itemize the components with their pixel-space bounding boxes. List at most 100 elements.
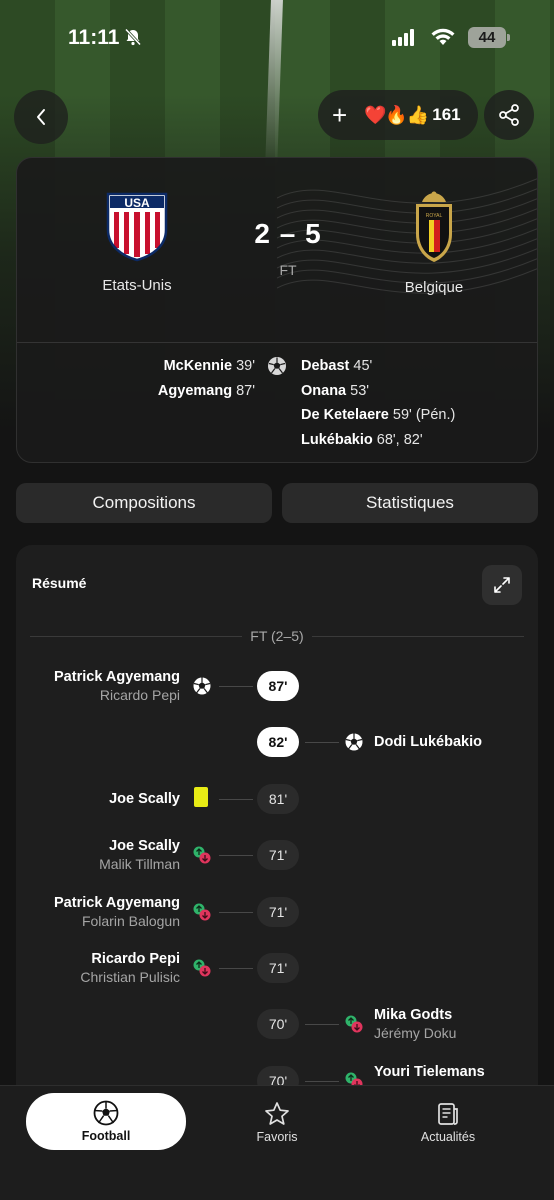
scorer-row: Lukébakio 68', 82' — [301, 431, 423, 448]
player-out: Malik Tillman — [99, 856, 180, 872]
goal-ball-icon — [345, 733, 363, 751]
scorer-row: De Ketelaere 59' (Pén.) — [301, 407, 456, 423]
timeline-event[interactable]: Joe Scally 81' — [16, 778, 538, 822]
event-players: Joe Scally — [16, 781, 180, 808]
nav-football[interactable]: Football — [26, 1093, 186, 1150]
event-players: Mika Godts Jérémy Doku — [374, 1006, 544, 1043]
nav-label: Actualités — [420, 1130, 476, 1144]
reaction-emojis: ❤️🔥👍 — [364, 104, 429, 125]
timeline-connector — [305, 1081, 339, 1082]
usa-crest-icon: USA — [106, 192, 168, 262]
period-separator: FT (2–5) — [30, 627, 524, 647]
expand-icon — [494, 577, 510, 593]
away-team[interactable]: ROYAL Belgique — [369, 190, 499, 296]
svg-text:ROYAL: ROYAL — [426, 213, 443, 219]
event-minute: 81' — [257, 784, 299, 814]
battery-indicator: 44 — [468, 27, 510, 48]
timeline-connector — [219, 968, 253, 969]
scorer-row: Agyemang 87' — [157, 382, 255, 399]
reaction-count: 161 — [432, 105, 461, 124]
substitution-icon — [345, 1015, 363, 1033]
nav-favorites[interactable]: Favoris — [197, 1094, 357, 1150]
wifi-icon — [431, 28, 455, 45]
match-tabs: Compositions Statistiques — [16, 483, 538, 523]
expand-button[interactable] — [482, 565, 522, 605]
player-in: Youri Tielemans — [374, 1064, 485, 1080]
news-icon — [438, 1103, 458, 1125]
share-button[interactable] — [484, 90, 534, 140]
timeline-event[interactable]: Joe Scally Malik Tillman 71' — [16, 834, 538, 878]
back-button[interactable] — [14, 90, 68, 144]
add-reaction-icon[interactable]: + — [332, 102, 358, 128]
player-in: Joe Scally — [109, 838, 180, 854]
away-scorers: Debast 45' Onana 53' De Ketelaere 59' (P… — [301, 354, 531, 452]
away-team-name: Belgique — [404, 279, 464, 296]
yellow-card-icon — [194, 787, 208, 807]
timeline-event[interactable]: Ricardo Pepi Christian Pulisic 71' — [16, 947, 538, 991]
event-minute: 82' — [257, 727, 299, 757]
event-players: Joe Scally Malik Tillman — [16, 837, 180, 874]
substitution-icon — [193, 959, 211, 977]
timeline-event[interactable]: Patrick Agyemang Folarin Balogun 71' — [16, 891, 538, 935]
event-players: Dodi Lukébakio — [374, 724, 544, 751]
svg-text:USA: USA — [124, 196, 150, 210]
match-page: 11:11 44 + ❤️🔥👍 161 USA Etats-Unis 2 – 5… — [0, 0, 554, 1200]
event-players: Ricardo Pepi Christian Pulisic — [16, 950, 180, 987]
event-players: Patrick Agyemang Ricardo Pepi — [16, 668, 180, 705]
scorer-row: Onana 53' — [301, 382, 370, 399]
star-icon — [265, 1102, 289, 1125]
football-icon — [268, 357, 286, 375]
match-status: FT — [279, 262, 297, 278]
signal-icon — [392, 29, 414, 46]
event-player: Joe Scally — [109, 791, 180, 807]
nav-news[interactable]: Actualités — [368, 1094, 528, 1150]
timeline-connector — [219, 912, 253, 913]
player-in: Ricardo Pepi — [91, 951, 180, 967]
silent-bell-icon — [124, 28, 142, 46]
player-in: Mika Godts — [374, 1007, 453, 1023]
goal-ball-icon — [193, 677, 211, 695]
player-out: Jérémy Doku — [374, 1025, 457, 1041]
event-player: Patrick Agyemang — [54, 669, 180, 685]
event-players: Patrick Agyemang Folarin Balogun — [16, 894, 180, 931]
summary-title: Résumé — [32, 575, 87, 591]
status-bar: 11:11 44 — [0, 0, 554, 80]
timeline-event[interactable]: Patrick Agyemang Ricardo Pepi 87' — [16, 665, 538, 709]
home-team[interactable]: USA Etats-Unis — [67, 190, 207, 294]
chevron-left-icon — [37, 109, 45, 125]
timeline-connector — [219, 855, 253, 856]
player-out: Christian Pulisic — [80, 969, 180, 985]
substitution-icon — [193, 846, 211, 864]
timeline-event[interactable]: 70' Mika Godts Jérémy Doku — [16, 1003, 538, 1047]
event-minute: 70' — [257, 1009, 299, 1039]
scorer-row: McKennie 39' — [163, 358, 255, 374]
home-team-name: Etats-Unis — [102, 277, 172, 294]
event-minute: 87' — [257, 671, 299, 701]
event-players: Youri Tielemans — [374, 1063, 544, 1081]
event-player: Dodi Lukébakio — [374, 734, 482, 750]
football-icon — [93, 1100, 119, 1126]
status-time: 11:11 — [68, 26, 120, 49]
tab-statistics[interactable]: Statistiques — [282, 483, 538, 523]
timeline-event[interactable]: 82' Dodi Lukébakio — [16, 721, 538, 765]
belgium-crest-icon: ROYAL — [416, 191, 452, 262]
event-minute: 71' — [257, 840, 299, 870]
reactions-pill[interactable]: + ❤️🔥👍 161 — [318, 90, 478, 140]
match-score: 2 – 5 — [254, 218, 322, 249]
separator-line — [312, 636, 524, 637]
event-minute: 71' — [257, 953, 299, 983]
timeline-connector — [305, 742, 339, 743]
share-icon — [499, 104, 519, 126]
divider — [17, 342, 537, 343]
timeline-connector — [305, 1024, 339, 1025]
player-in: Patrick Agyemang — [54, 895, 180, 911]
nav-label: Football — [81, 1129, 131, 1143]
match-card: USA Etats-Unis 2 – 5 FT ROYAL Belgique M… — [16, 157, 538, 463]
event-assist: Ricardo Pepi — [99, 687, 180, 703]
substitution-icon — [193, 903, 211, 921]
timeline-connector — [219, 799, 253, 800]
bottom-navigation: Football Favoris Actualités — [0, 1085, 554, 1200]
home-scorers: McKennie 39' Agyemang 87' — [17, 354, 255, 403]
tab-compositions[interactable]: Compositions — [16, 483, 272, 523]
scorer-row: Debast 45' — [301, 358, 373, 374]
